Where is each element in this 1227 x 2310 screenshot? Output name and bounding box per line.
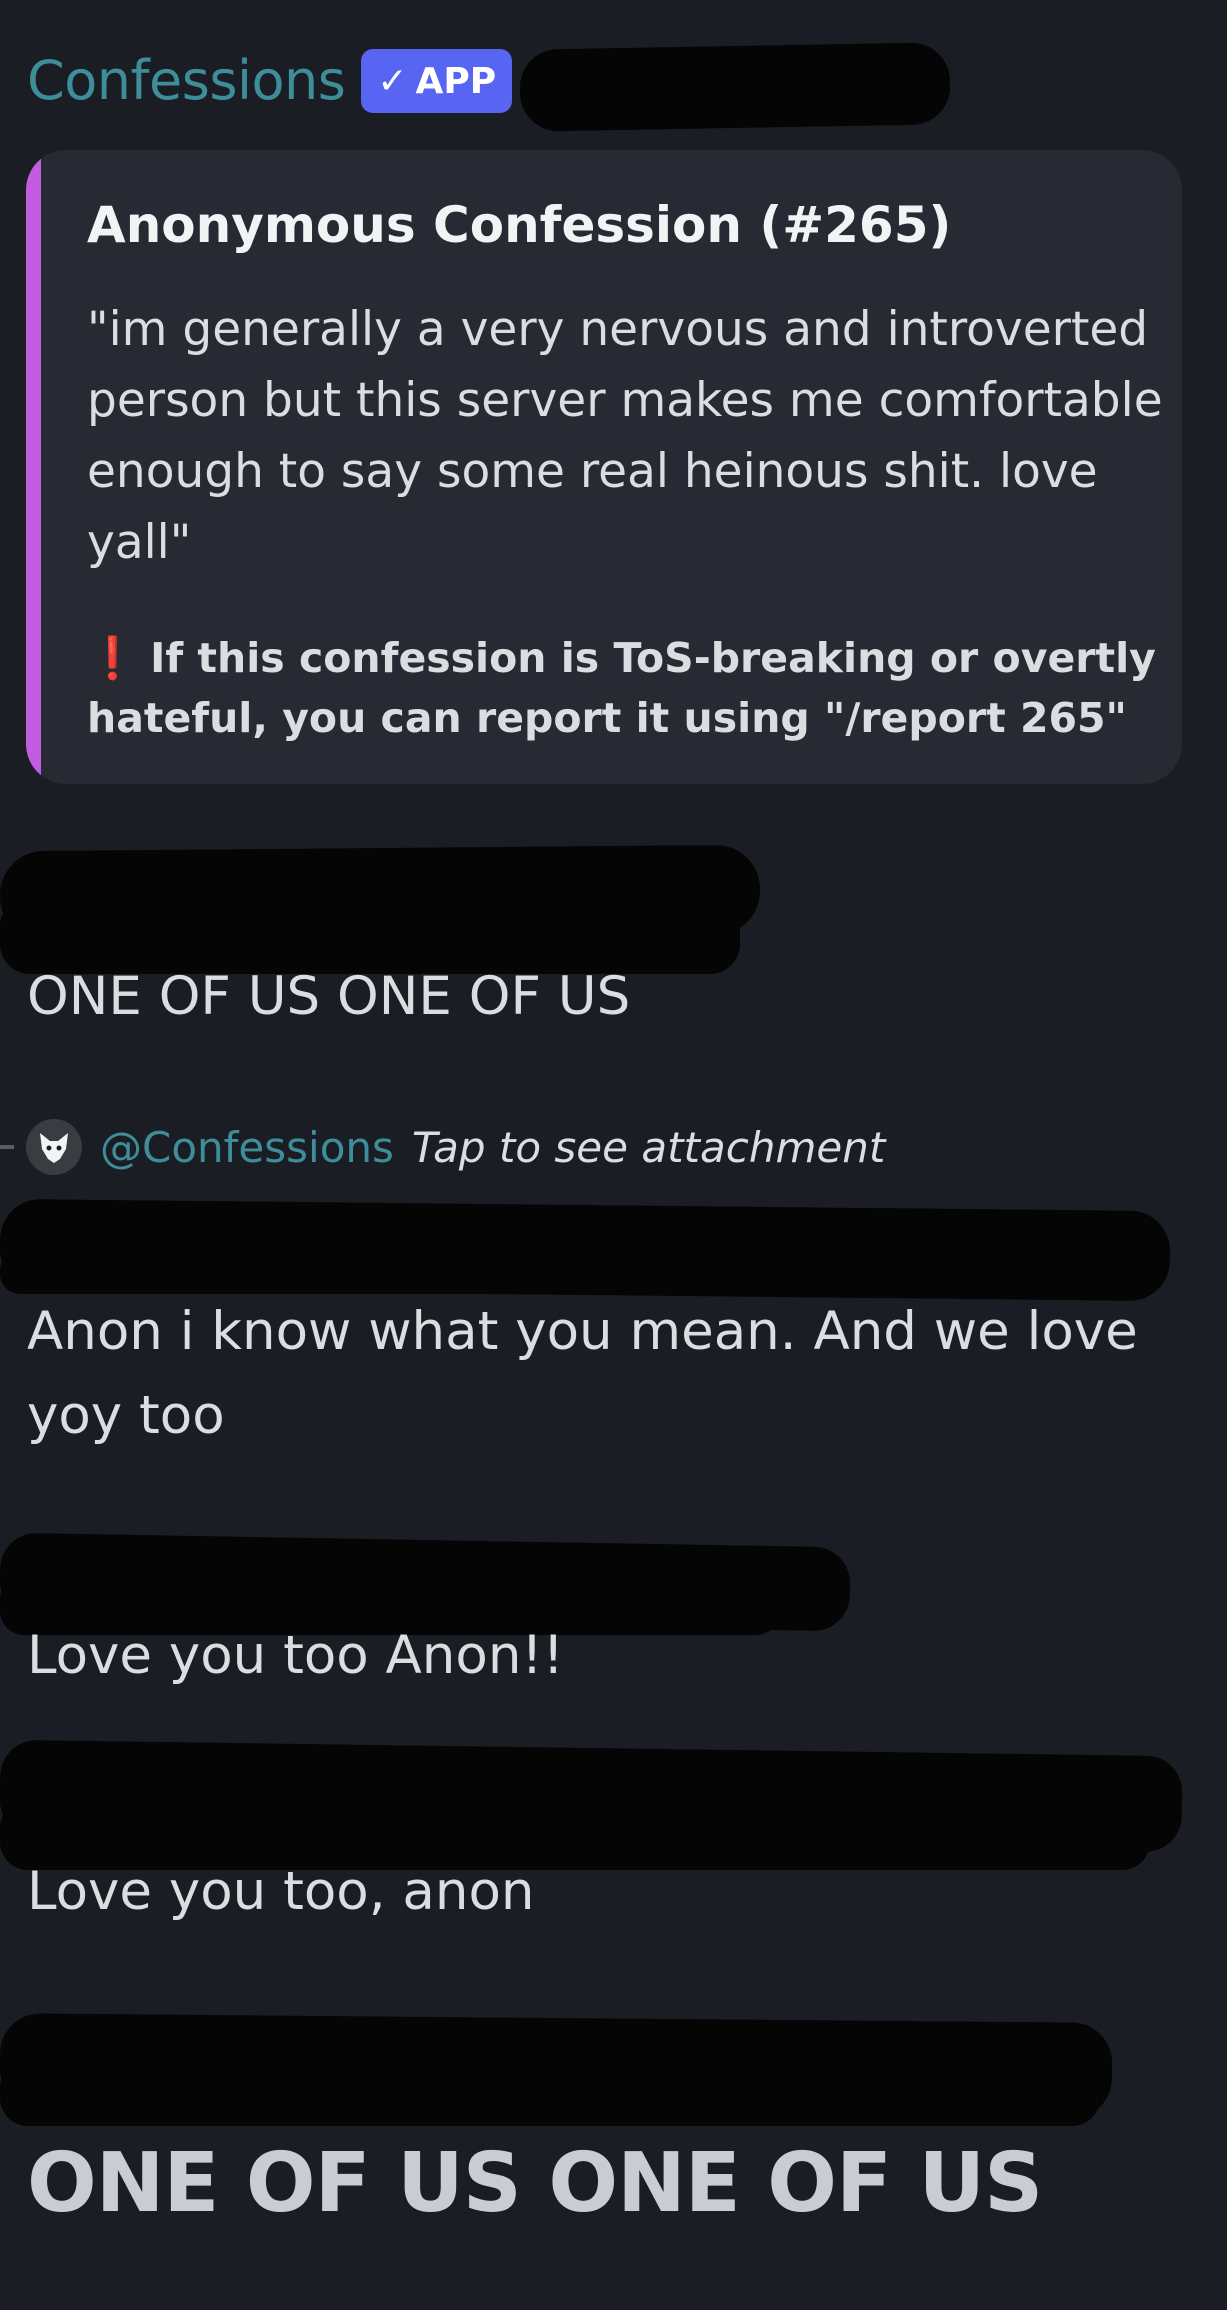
message-text: Love you too, anon bbox=[27, 1861, 535, 1922]
chat-view: Confessions ✓ APP Anonymous Confession (… bbox=[0, 0, 1227, 2310]
reply-mention[interactable]: @Confessions bbox=[100, 1123, 394, 1172]
avatar[interactable] bbox=[26, 1119, 82, 1175]
reply-preview[interactable]: @Confessions Tap to see attachment bbox=[0, 1115, 885, 1179]
redacted-timestamp bbox=[519, 42, 951, 132]
message-header: Confessions ✓ APP bbox=[27, 48, 513, 114]
report-note-text: If this confession is ToS-breaking or ov… bbox=[87, 634, 1156, 742]
reply-connector bbox=[0, 1145, 14, 1149]
embed-description: "im generally a very nervous and introve… bbox=[87, 302, 1163, 570]
embed-title: Anonymous Confession (#265) bbox=[87, 196, 952, 254]
redacted-author bbox=[0, 1250, 1150, 1294]
check-icon: ✓ bbox=[377, 60, 408, 102]
reply-attachment-text[interactable]: Tap to see attachment bbox=[412, 1123, 885, 1172]
fox-avatar-icon bbox=[26, 1119, 82, 1175]
redacted-author bbox=[0, 2060, 1100, 2126]
app-badge: ✓ APP bbox=[361, 49, 513, 113]
report-note: ❗ If this confession is ToS-breaking or o… bbox=[87, 628, 1172, 748]
app-badge-label: APP bbox=[415, 60, 497, 102]
exclamation-icon: ❗ bbox=[87, 634, 139, 682]
message-text: ONE OF US ONE OF US bbox=[27, 966, 631, 1027]
message-text: Anon i know what you mean. And we love y… bbox=[27, 1301, 1138, 1446]
message-text: Love you too Anon!! bbox=[27, 1625, 564, 1686]
message-text: ONE OF US ONE OF US bbox=[27, 2136, 1043, 2231]
embed-accent-bar bbox=[26, 150, 41, 784]
author-name[interactable]: Confessions bbox=[27, 48, 346, 114]
confession-embed[interactable]: Anonymous Confession (#265) "im generall… bbox=[26, 150, 1182, 784]
